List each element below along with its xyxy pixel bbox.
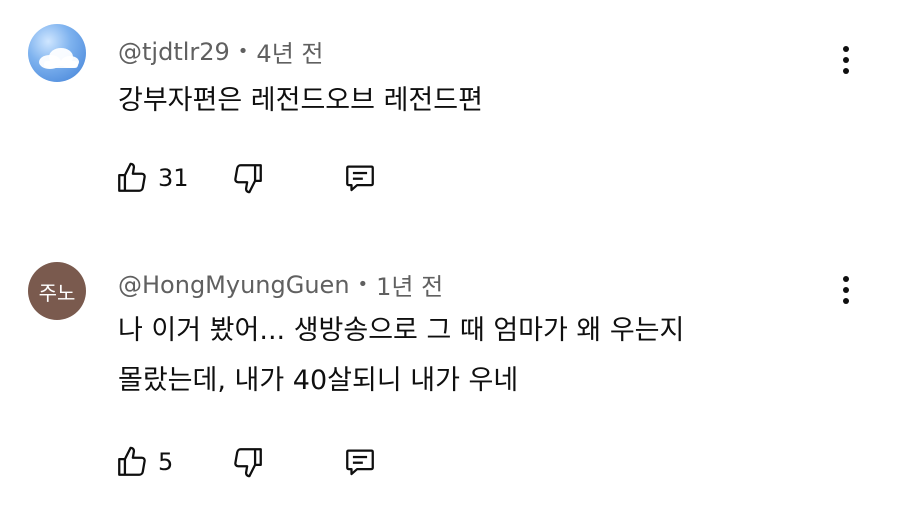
dislike-button[interactable] [228,158,268,198]
comment-timestamp[interactable]: 1년 전 [376,267,443,302]
more-vertical-icon [843,46,849,74]
like-button[interactable] [112,158,152,198]
comment-text-line: 나 이거 봤어... 생방송으로 그 때 엄마가 왜 우는지 [118,315,685,346]
comment-meta: @tjdtlr29 • 4년 전 [118,34,323,69]
comment-actions: 5 [112,442,380,482]
thumbs-up-icon [118,446,146,476]
more-options-button[interactable] [826,270,866,310]
sky-cloud-avatar-icon [39,48,79,69]
comment-item: 주노 @HongMyungGuen • 1년 전 나 이거 봤어... 생방송으… [0,250,900,515]
comment-text-line: 몰랐는데, 내가 40살되니 내가 우네 [118,365,519,396]
reply-button[interactable] [340,442,380,482]
meta-separator: • [357,274,369,295]
thumbs-up-icon [118,162,146,192]
comment-author[interactable]: @HongMyungGuen [118,271,350,299]
more-options-button[interactable] [826,40,866,80]
avatar-label: 주노 [38,280,76,305]
avatar[interactable]: 주노 [28,262,86,320]
thumbs-down-icon [234,448,262,478]
like-count: 5 [158,448,174,476]
comment-text: 강부자편은 레전드오브 레전드편 [118,76,483,126]
like-button[interactable] [112,442,152,482]
comment-text: 나 이거 봤어... 생방송으로 그 때 엄마가 왜 우는지 몰랐는데, 내가 … [118,306,684,406]
more-vertical-icon [843,276,849,304]
avatar[interactable] [28,24,86,82]
comment-meta: @HongMyungGuen • 1년 전 [118,267,443,302]
reply-icon [346,165,374,192]
comment-text-line: 강부자편은 레전드오브 레전드편 [118,85,483,116]
comment-author[interactable]: @tjdtlr29 [118,38,230,66]
comment-item: @tjdtlr29 • 4년 전 강부자편은 레전드오브 레전드편 31 [0,0,900,250]
comment-actions: 31 [112,158,380,198]
meta-separator: • [237,41,249,62]
comment-timestamp[interactable]: 4년 전 [256,34,323,69]
reply-button[interactable] [340,158,380,198]
like-count: 31 [158,164,189,192]
thumbs-down-icon [234,164,262,194]
dislike-button[interactable] [228,442,268,482]
reply-icon [346,449,374,476]
